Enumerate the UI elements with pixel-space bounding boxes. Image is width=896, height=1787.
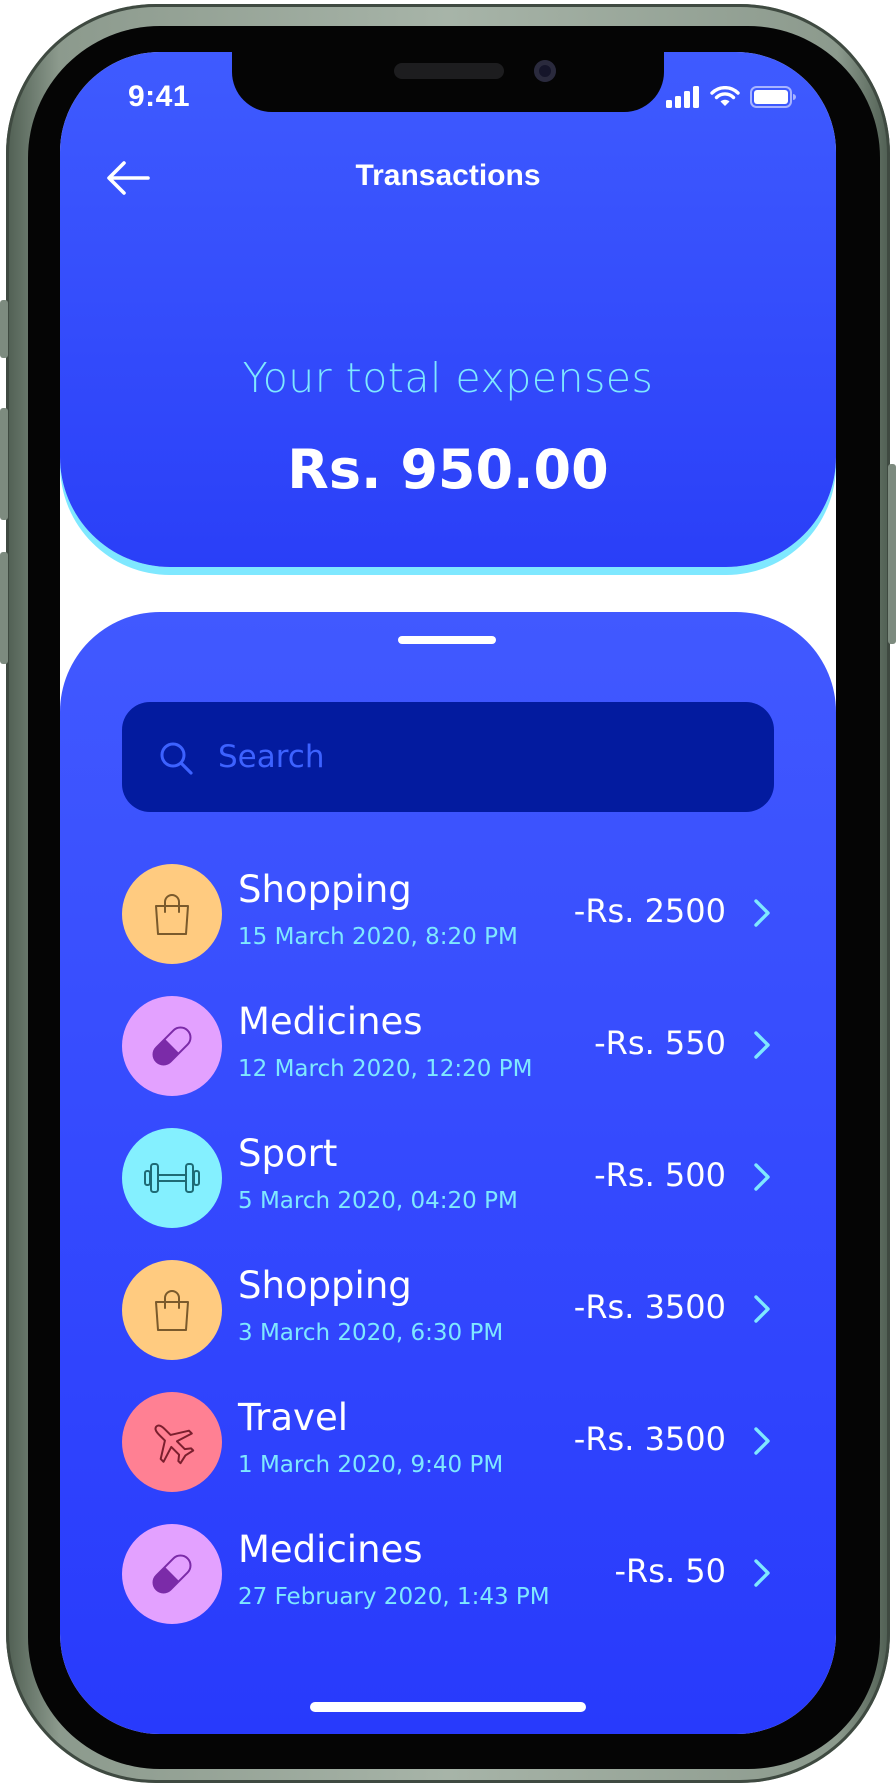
transaction-amount: -Rs. 550 — [594, 1024, 726, 1062]
home-indicator[interactable] — [310, 1702, 586, 1712]
transaction-category: Shopping — [238, 1264, 412, 1307]
battery-icon — [750, 86, 796, 108]
screen: 9:41 Transactions Your total expenses Rs… — [60, 52, 836, 1734]
category-avatar — [122, 1128, 222, 1228]
header: 9:41 Transactions Your total expenses Rs… — [60, 52, 836, 567]
transaction-row[interactable]: Travel 1 March 2020, 9:40 PM -Rs. 3500 — [122, 1390, 774, 1494]
transaction-amount: -Rs. 2500 — [573, 892, 726, 930]
airplane-icon — [154, 1424, 195, 1465]
transaction-amount: -Rs. 3500 — [573, 1420, 726, 1458]
chevron-right-icon — [754, 1031, 770, 1059]
chevron-right-icon — [754, 1295, 770, 1323]
transaction-date: 15 March 2020, 8:20 PM — [238, 924, 518, 950]
transaction-date: 5 March 2020, 04:20 PM — [238, 1188, 518, 1214]
dumbbell-icon — [144, 1163, 200, 1193]
transaction-amount: -Rs. 500 — [594, 1156, 726, 1194]
transactions-sheet: Shopping 15 March 2020, 8:20 PM -Rs. 250… — [60, 612, 836, 1734]
shopping-bag-icon — [155, 894, 189, 935]
pill-icon — [152, 1554, 192, 1594]
cellular-signal-icon — [666, 86, 699, 108]
status-icons — [666, 86, 796, 108]
category-avatar — [122, 864, 222, 964]
transaction-category: Travel — [238, 1396, 348, 1439]
speaker-grille — [394, 63, 504, 79]
transaction-amount: -Rs. 3500 — [573, 1288, 726, 1326]
chevron-right-icon — [754, 1559, 770, 1587]
transaction-amount: -Rs. 50 — [614, 1552, 726, 1590]
silent-switch — [0, 300, 8, 358]
category-avatar — [122, 996, 222, 1096]
sheet-drag-handle[interactable] — [398, 636, 496, 644]
volume-down-button — [0, 552, 8, 664]
volume-up-button — [0, 408, 8, 520]
category-avatar — [122, 1260, 222, 1360]
page-title: Transactions — [355, 159, 541, 192]
transaction-date: 27 February 2020, 1:43 PM — [238, 1584, 550, 1610]
shopping-bag-icon — [155, 1290, 189, 1331]
front-camera — [534, 60, 556, 82]
search-bar[interactable] — [122, 702, 774, 812]
transaction-row[interactable]: Shopping 3 March 2020, 6:30 PM -Rs. 3500 — [122, 1258, 774, 1362]
chevron-right-icon — [754, 1427, 770, 1455]
transaction-category: Medicines — [238, 1000, 423, 1043]
pill-icon — [152, 1026, 192, 1066]
notch — [232, 52, 664, 112]
status-time: 9:41 — [128, 80, 191, 113]
search-input[interactable] — [218, 730, 738, 784]
transaction-row[interactable]: Medicines 12 March 2020, 12:20 PM -Rs. 5… — [122, 994, 774, 1098]
power-button — [888, 464, 896, 644]
transaction-row[interactable]: Shopping 15 March 2020, 8:20 PM -Rs. 250… — [122, 862, 774, 966]
category-avatar — [122, 1392, 222, 1492]
transaction-date: 12 March 2020, 12:20 PM — [238, 1056, 533, 1082]
transaction-category: Sport — [238, 1132, 338, 1175]
category-avatar — [122, 1524, 222, 1624]
search-icon — [160, 742, 193, 775]
transaction-category: Medicines — [238, 1528, 423, 1571]
transaction-date: 1 March 2020, 9:40 PM — [238, 1452, 504, 1478]
total-expenses-amount: Rs. 950.00 — [287, 438, 609, 501]
transaction-date: 3 March 2020, 6:30 PM — [238, 1320, 504, 1346]
transaction-row[interactable]: Sport 5 March 2020, 04:20 PM -Rs. 500 — [122, 1126, 774, 1230]
total-expenses-label: Your total expenses — [242, 354, 654, 402]
chevron-right-icon — [754, 1163, 770, 1191]
transaction-category: Shopping — [238, 868, 412, 911]
transaction-row[interactable]: Medicines 27 February 2020, 1:43 PM -Rs.… — [122, 1522, 774, 1626]
wifi-icon — [710, 86, 740, 106]
chevron-right-icon — [754, 899, 770, 927]
